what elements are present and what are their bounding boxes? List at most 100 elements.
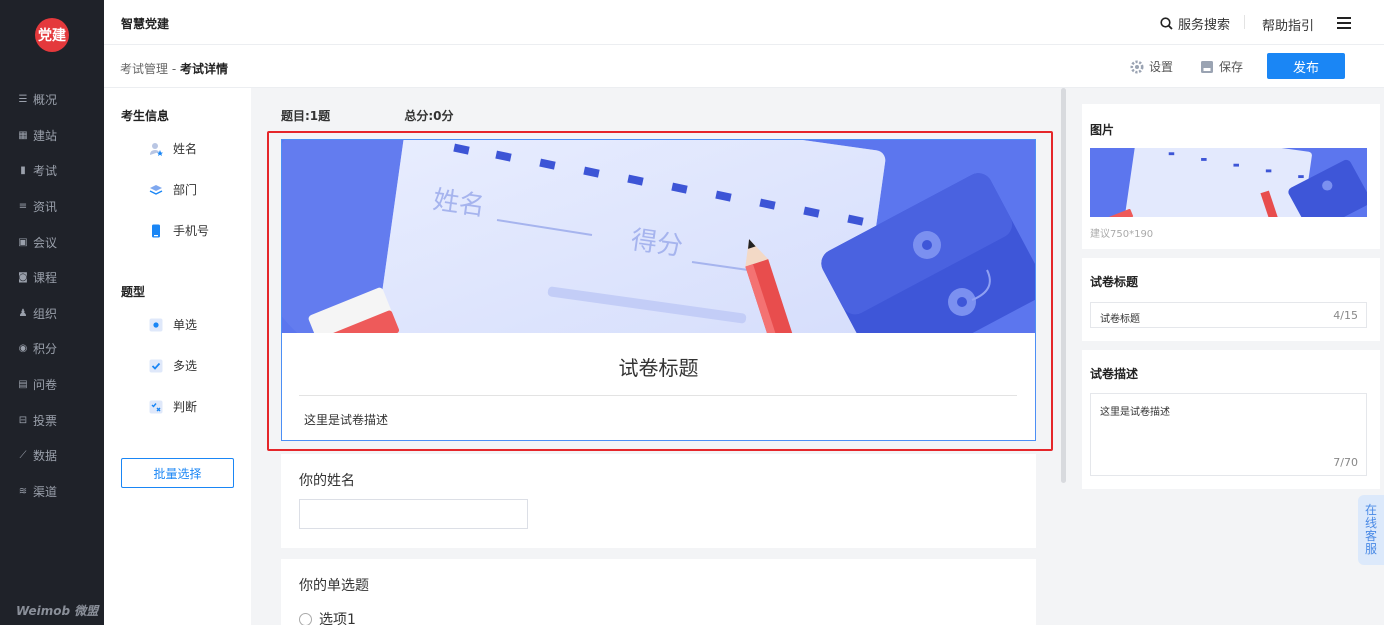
hamburger-menu-icon[interactable] [1337, 17, 1351, 29]
sidebar-item-label: 会议 [33, 235, 58, 250]
name-input[interactable] [299, 499, 528, 529]
paper-desc-value: 这里是试卷描述 [1100, 407, 1170, 418]
component-label: 多选 [173, 359, 198, 373]
breadcrumb-separator: - [168, 62, 180, 76]
judge-icon [149, 400, 163, 414]
help-guide-link[interactable]: 帮助指引 [1262, 15, 1314, 34]
meeting-icon: ▣ [18, 236, 28, 248]
vote-icon: ⊟ [18, 414, 28, 426]
online-service-button[interactable]: 在线客服 [1358, 495, 1384, 565]
image-size-hint: 建议750*190 [1090, 229, 1154, 240]
sidebar-item-label: 数据 [33, 449, 58, 464]
app-logo[interactable]: 党建 [35, 18, 69, 52]
question-type-title: 题型 [121, 285, 146, 299]
paper-title-value: 试卷标题 [1100, 314, 1140, 325]
exam-stats: 题目:1题 总分:0分 [281, 107, 524, 124]
paper-title-label: 试卷标题 [1090, 275, 1139, 289]
app-root: 党建 ☰ 概况 ▦ 建站 ▮ 考试 ≡ 资讯 ▣ 会议 ◙ 课程 ♟ 组织 ◉ 积分 ▤ 问卷 ⊟… [0, 0, 1384, 625]
course-icon: ◙ [18, 272, 28, 284]
component-label: 判断 [173, 400, 198, 414]
component-phone[interactable]: 手机号 [149, 222, 209, 239]
paper-desc-textarea[interactable]: 这里是试卷描述 7/70 [1090, 393, 1367, 476]
phone-icon [149, 224, 163, 238]
top-bar: 智慧党建 服务搜索 帮助指引 [104, 0, 1384, 45]
overview-icon: ☰ [18, 94, 28, 106]
questionnaire-icon: ▤ [18, 379, 28, 391]
breadcrumb-current: 考试详情 [179, 62, 228, 76]
char-counter: 4/15 [1333, 309, 1358, 322]
component-name[interactable]: 姓名 [149, 140, 197, 157]
sidebar-item-exam[interactable]: ▮ 考试 [0, 153, 104, 189]
sidebar-item-data[interactable]: ⟋ 数据 [0, 438, 104, 474]
component-department[interactable]: 部门 [149, 181, 197, 198]
divider [299, 395, 1017, 396]
radio-button[interactable] [299, 612, 312, 625]
person-icon [149, 142, 163, 156]
component-panel: 考生信息 姓名 部门 手机号 题型 单选 多选 判断 批量选择 [104, 88, 251, 625]
data-icon: ⟋ [19, 450, 27, 462]
image-section: 图片 建议750*190 [1082, 104, 1380, 249]
checkbox-icon [149, 359, 163, 373]
app-title: 智慧党建 [121, 17, 170, 31]
banner-thumbnail[interactable] [1090, 148, 1367, 217]
component-label: 姓名 [173, 142, 198, 156]
save-button[interactable]: 保存 [1200, 58, 1243, 75]
sidebar-item-points[interactable]: ◉ 积分 [0, 331, 104, 367]
sidebar-item-course[interactable]: ◙ 课程 [0, 260, 104, 296]
paper-header-card[interactable]: 姓名 得分 试卷标题 这里是试卷描述 [281, 139, 1036, 441]
service-search-button[interactable]: 服务搜索 [1160, 14, 1230, 33]
sidebar-item-label: 投票 [33, 413, 58, 428]
sidebar-item-questionnaire[interactable]: ▤ 问卷 [0, 367, 104, 403]
question-title: 你的单选题 [299, 578, 369, 594]
char-counter: 7/70 [1333, 456, 1358, 469]
organization-icon: ♟ [18, 307, 28, 319]
divider [1244, 15, 1245, 29]
settings-button[interactable]: 设置 [1130, 58, 1173, 75]
breadcrumb-parent[interactable]: 考试管理 [120, 62, 168, 76]
channel-icon: ≋ [18, 485, 28, 497]
sidebar-item-site[interactable]: ▦ 建站 [0, 118, 104, 154]
exam-icon: ▮ [20, 165, 26, 177]
option-label: 选项1 [319, 612, 356, 625]
sub-header: 考试管理 - 考试详情 设置 保存 发布 [104, 45, 1384, 88]
sidebar-nav: ☰ 概况 ▦ 建站 ▮ 考试 ≡ 资讯 ▣ 会议 ◙ 课程 ♟ 组织 ◉ 积分 ▤ 问卷 ⊟ 投票 … [0, 82, 104, 509]
properties-panel: 图片 建议750*190 试卷标题 试卷标题 4/15 试卷描述 这里是试卷描述… [1066, 88, 1384, 625]
paper-title: 试卷标题 [618, 356, 699, 380]
paper-desc-label: 试卷描述 [1090, 367, 1139, 381]
points-icon: ◉ [18, 343, 28, 355]
paper-title-input[interactable]: 试卷标题 4/15 [1090, 302, 1367, 328]
question-count: 题目:1题 [281, 109, 331, 123]
sidebar-item-label: 考试 [33, 164, 58, 179]
batch-select-button[interactable]: 批量选择 [121, 458, 234, 488]
sidebar-item-meeting[interactable]: ▣ 会议 [0, 224, 104, 260]
component-label: 部门 [173, 183, 198, 197]
total-score: 总分:0分 [404, 109, 454, 123]
site-icon: ▦ [18, 129, 28, 141]
sidebar-item-label: 资讯 [33, 200, 58, 215]
candidate-info-title: 考生信息 [121, 109, 170, 123]
publish-button[interactable]: 发布 [1267, 53, 1345, 79]
sidebar-item-label: 概况 [33, 93, 58, 108]
component-single-choice[interactable]: 单选 [149, 316, 197, 333]
description-section: 试卷描述 这里是试卷描述 7/70 [1082, 350, 1380, 489]
paper-description: 这里是试卷描述 [304, 413, 389, 427]
sidebar-item-organization[interactable]: ♟ 组织 [0, 296, 104, 332]
sidebar-item-vote[interactable]: ⊟ 投票 [0, 402, 104, 438]
search-icon [1160, 17, 1173, 30]
question-card-single-choice[interactable]: 你的单选题 选项1 [281, 559, 1036, 625]
component-multiple-choice[interactable]: 多选 [149, 357, 197, 374]
sidebar-item-news[interactable]: ≡ 资讯 [0, 189, 104, 225]
paper-banner-image[interactable]: 姓名 得分 [282, 140, 1035, 333]
option-item[interactable]: 选项1 [299, 609, 356, 625]
sidebar-item-overview[interactable]: ☰ 概况 [0, 82, 104, 118]
sidebar: 党建 ☰ 概况 ▦ 建站 ▮ 考试 ≡ 资讯 ▣ 会议 ◙ 课程 ♟ 组织 ◉ 积分 ▤ 问卷 ⊟… [0, 0, 104, 625]
question-card-name[interactable]: 你的姓名 [281, 454, 1036, 548]
layers-icon [149, 183, 163, 197]
title-section: 试卷标题 试卷标题 4/15 [1082, 258, 1380, 341]
image-title: 图片 [1090, 123, 1115, 137]
sidebar-item-label: 建站 [33, 128, 58, 143]
component-true-false[interactable]: 判断 [149, 398, 197, 415]
breadcrumb: 考试管理 - 考试详情 [120, 60, 228, 77]
sidebar-item-channel[interactable]: ≋ 渠道 [0, 474, 104, 510]
component-label: 手机号 [173, 224, 210, 238]
